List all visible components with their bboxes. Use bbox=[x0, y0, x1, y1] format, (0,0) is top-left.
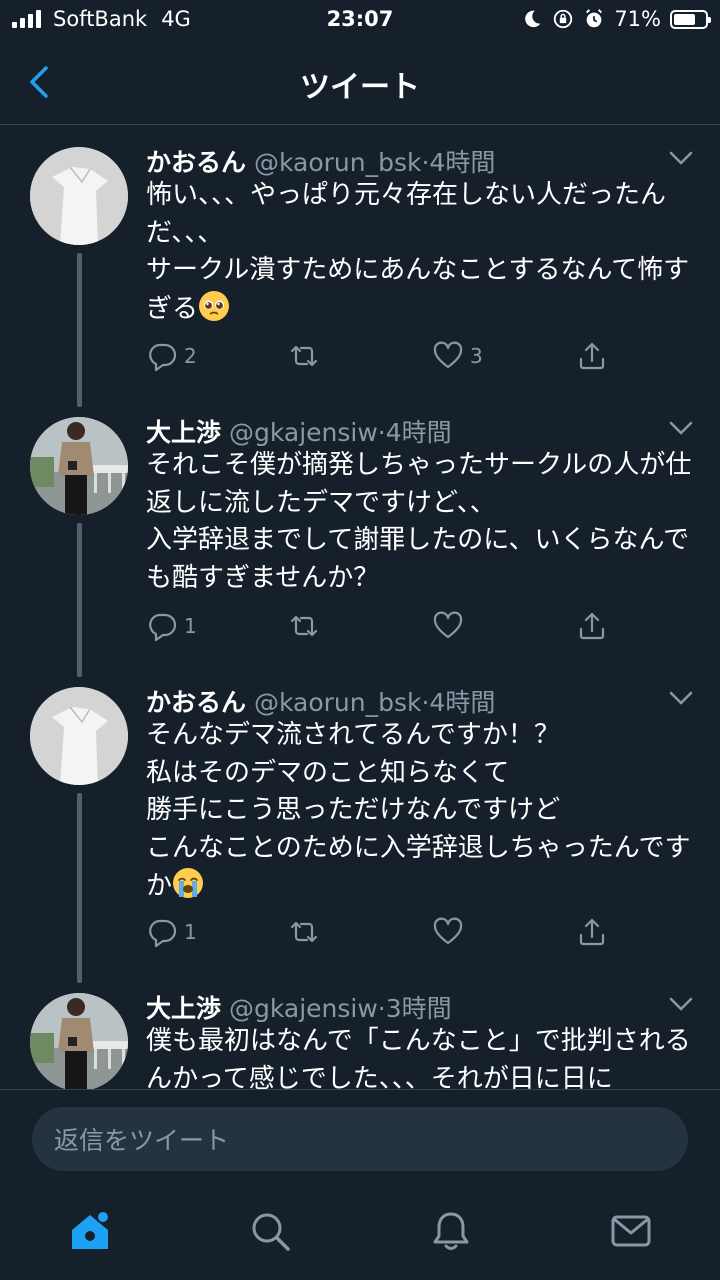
tweet-thread: かおるん @kaorun_bsk·4時間 怖い、、、やっぱり元々存在しない人だっ… bbox=[0, 125, 720, 1089]
avatar[interactable] bbox=[30, 147, 128, 245]
share-button[interactable] bbox=[576, 914, 608, 950]
tweet[interactable]: 大上渉 @gkajensiw·3時間 僕も最初はなんで「こんなこと」で批判される… bbox=[0, 971, 720, 1089]
like-button[interactable]: 3 bbox=[432, 338, 483, 374]
tweet-text: 怖い、、、やっぱり元々存在しない人だったんだ、、、 サークル潰すためにあんなこと… bbox=[146, 177, 694, 328]
share-icon bbox=[579, 612, 605, 640]
author-handle[interactable]: @kaorun_bsk bbox=[254, 148, 422, 177]
reply-count: 1 bbox=[184, 614, 197, 638]
like-button[interactable] bbox=[432, 608, 470, 644]
reply-bar: 返信をツイート bbox=[0, 1089, 720, 1190]
tweet-time: 4時間 bbox=[385, 418, 452, 447]
author-handle[interactable]: @gkajensiw bbox=[229, 418, 378, 447]
reply-button[interactable]: 2 bbox=[146, 338, 197, 374]
dot-separator: · bbox=[377, 418, 386, 447]
reply-placeholder: 返信をツイート bbox=[54, 1126, 230, 1155]
tweet-time: 4時間 bbox=[429, 688, 496, 717]
author-name[interactable]: 大上渉 bbox=[146, 994, 221, 1023]
tweet-text: それこそ僕が摘発しちゃったサークルの人が仕返しに流したデマですけど、、 入学辞退… bbox=[146, 450, 692, 593]
tweet-text: 僕も最初はなんで「こんなこと」で批判されるんかって感じでした、、、それが日に日に bbox=[146, 1026, 691, 1089]
heart-icon bbox=[433, 917, 463, 945]
page-title: ツイート bbox=[300, 70, 420, 105]
tweet-actions: 2 3 bbox=[146, 338, 626, 374]
reply-icon bbox=[149, 343, 177, 372]
reply-count: 2 bbox=[184, 344, 197, 368]
reply-button[interactable]: 1 bbox=[146, 608, 197, 644]
avatar[interactable] bbox=[30, 417, 128, 515]
share-icon bbox=[579, 342, 605, 370]
tweet-actions: 1 bbox=[146, 608, 626, 644]
search-icon[interactable] bbox=[248, 1209, 292, 1253]
retweet-icon bbox=[290, 921, 318, 943]
navigation-header: ツイート bbox=[0, 40, 720, 125]
reply-count: 1 bbox=[184, 920, 197, 944]
battery-icon bbox=[670, 9, 711, 29]
tweet[interactable]: 大上渉 @gkajensiw·4時間 それこそ僕が摘発しちゃったサークルの人が仕… bbox=[0, 395, 720, 665]
reply-icon bbox=[149, 919, 177, 948]
like-button[interactable] bbox=[432, 914, 470, 950]
retweet-button[interactable] bbox=[288, 338, 326, 374]
heart-icon bbox=[433, 611, 463, 639]
share-button[interactable] bbox=[576, 608, 608, 644]
avatar[interactable] bbox=[30, 993, 128, 1089]
status-bar: SoftBank 4G 23:07 71% bbox=[0, 0, 720, 40]
avatar[interactable] bbox=[30, 687, 128, 785]
author-name[interactable]: かおるん bbox=[146, 148, 246, 177]
author-handle[interactable]: @kaorun_bsk bbox=[254, 688, 422, 717]
author-name[interactable]: かおるん bbox=[146, 688, 246, 717]
tweet-actions: 1 bbox=[146, 914, 626, 950]
chevron-down-icon[interactable] bbox=[668, 149, 694, 167]
chevron-down-icon[interactable] bbox=[668, 419, 694, 437]
notifications-icon[interactable] bbox=[429, 1209, 473, 1253]
reply-input[interactable]: 返信をツイート bbox=[32, 1107, 688, 1171]
retweet-button[interactable] bbox=[288, 608, 326, 644]
author-name[interactable]: 大上渉 bbox=[146, 418, 221, 447]
tweet-text: そんなデマ流されてるんですか！？ 私はそのデマのこと知らなくて 勝手にこう思った… bbox=[146, 717, 694, 906]
retweet-icon bbox=[290, 345, 318, 367]
tweet-time: 4時間 bbox=[429, 148, 496, 177]
share-button[interactable] bbox=[576, 338, 608, 374]
battery-percent: 71% bbox=[614, 7, 661, 31]
share-icon bbox=[579, 918, 605, 946]
like-count: 3 bbox=[470, 344, 483, 368]
reply-button[interactable]: 1 bbox=[146, 914, 197, 950]
tweet-time: 3時間 bbox=[385, 994, 452, 1023]
moon-icon bbox=[525, 10, 541, 28]
tweet-text-content: そんなデマ流されてるんですか！？ 私はそのデマのこと知らなくて 勝手にこう思った… bbox=[146, 720, 691, 901]
retweet-icon bbox=[290, 615, 318, 637]
heart-icon bbox=[433, 341, 463, 369]
author-handle[interactable]: @gkajensiw bbox=[229, 994, 378, 1023]
loudly-crying-face-icon bbox=[173, 868, 204, 898]
tweet[interactable]: かおるん @kaorun_bsk·4時間 そんなデマ流されてるんですか！？ 私は… bbox=[0, 665, 720, 971]
tab-bar bbox=[0, 1189, 720, 1280]
reply-icon bbox=[149, 613, 177, 642]
alarm-icon bbox=[586, 9, 603, 28]
pleading-face-icon bbox=[199, 290, 230, 321]
messages-icon[interactable] bbox=[609, 1209, 653, 1253]
chevron-down-icon[interactable] bbox=[668, 995, 694, 1013]
dot-separator: · bbox=[377, 994, 386, 1023]
home-icon[interactable] bbox=[68, 1209, 112, 1253]
retweet-button[interactable] bbox=[288, 914, 326, 950]
chevron-down-icon[interactable] bbox=[668, 689, 694, 707]
rotation-lock-icon bbox=[554, 9, 573, 29]
tweet[interactable]: かおるん @kaorun_bsk·4時間 怖い、、、やっぱり元々存在しない人だっ… bbox=[0, 125, 720, 395]
